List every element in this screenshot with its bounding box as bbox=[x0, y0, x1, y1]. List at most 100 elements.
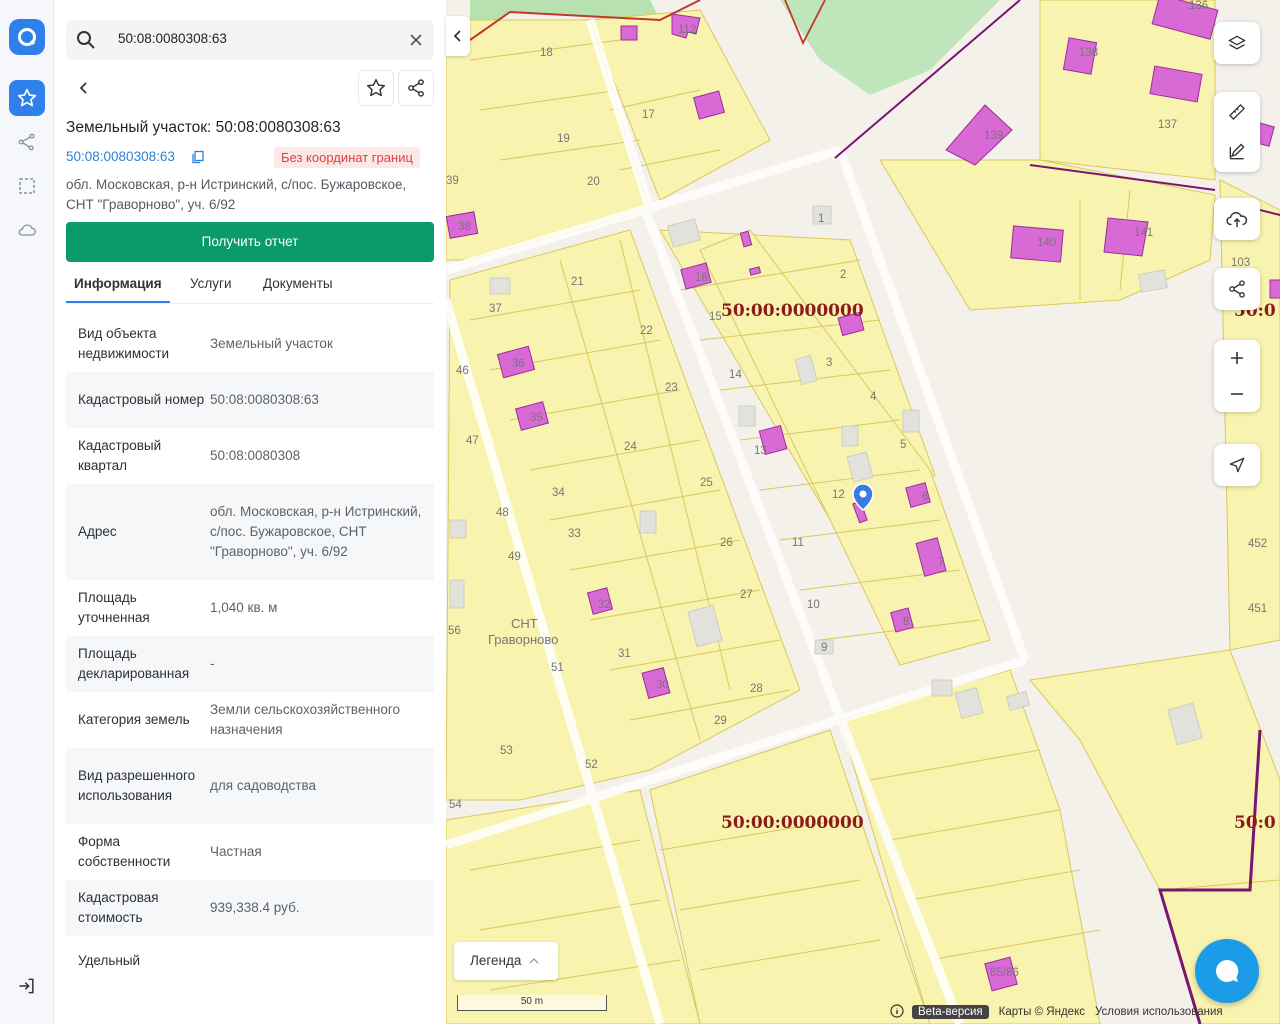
table-row: Кадастровый номер 50:08:0080308:63 bbox=[66, 372, 434, 428]
parcel-number: 4 bbox=[870, 391, 877, 403]
chevron-left-icon bbox=[453, 30, 461, 42]
map-canvas[interactable]: 18 19 20 17 1 2 3 4 5 6 7 8 9 10 11 12 1… bbox=[446, 0, 1280, 1024]
parcel-number: 136 bbox=[1189, 0, 1208, 12]
table-row: Вид разрешенного использования для садово… bbox=[66, 748, 434, 824]
route-icon[interactable] bbox=[9, 124, 45, 160]
cadastral-map[interactable]: 18 19 20 17 1 2 3 4 5 6 7 8 9 10 11 12 1… bbox=[446, 0, 1280, 1024]
tab-bar: Информация Услуги Документы bbox=[66, 266, 434, 304]
app-logo-icon[interactable] bbox=[9, 19, 45, 55]
map-footer: Beta-версия Карты © Яндекс Условия испол… bbox=[890, 1002, 1223, 1022]
parcel-number: 28 bbox=[750, 683, 763, 695]
parcel-number: 6 bbox=[922, 491, 928, 503]
parcel-number: 140 bbox=[1037, 237, 1056, 249]
row-value: для садоводства bbox=[210, 778, 317, 793]
table-row: Удельный bbox=[66, 936, 434, 986]
cloud-icon[interactable] bbox=[9, 212, 45, 248]
info-table: Вид объекта недвижимости Земельный участо… bbox=[66, 316, 434, 986]
get-report-button[interactable]: Получить отчет bbox=[66, 222, 434, 262]
zoom-out-button[interactable] bbox=[1214, 376, 1260, 412]
address-text: обл. Московская, р-н Истринский, с/пос. … bbox=[66, 177, 407, 212]
layers-control[interactable] bbox=[1214, 22, 1260, 64]
parcel-number: 12 bbox=[832, 489, 845, 501]
edit-icon[interactable] bbox=[1214, 132, 1260, 172]
row-value: Земли сельскохозяйственного назначения bbox=[210, 702, 401, 737]
parcel-number: 7 bbox=[938, 557, 944, 569]
navigation-arrow-icon[interactable] bbox=[1214, 444, 1260, 486]
maps-credit[interactable]: Карты © Яндекс bbox=[999, 1006, 1085, 1018]
area-select-icon[interactable] bbox=[9, 168, 45, 204]
parcel-number: 11 bbox=[792, 537, 804, 549]
search-input[interactable]: 50:08:0080308:63 bbox=[118, 31, 227, 46]
parcel-number: 21 bbox=[571, 276, 584, 288]
parcel-number: 16 bbox=[695, 272, 708, 284]
clear-search-icon[interactable] bbox=[406, 30, 426, 55]
zoom-control bbox=[1214, 340, 1260, 412]
snt-label: СНТ bbox=[511, 616, 538, 631]
parcel-number: 14 bbox=[729, 369, 742, 381]
chevron-left-icon bbox=[79, 82, 87, 94]
parcel-number: 31 bbox=[618, 648, 631, 660]
row-key: Кадастровый номер bbox=[78, 392, 205, 407]
left-rail bbox=[0, 0, 54, 1024]
quarter-label: 50:00:0000000 bbox=[721, 813, 864, 833]
search-icon bbox=[76, 30, 96, 55]
favorites-star-icon[interactable] bbox=[9, 80, 45, 116]
row-key: Адрес bbox=[78, 524, 117, 539]
parcel-number: 10 bbox=[807, 599, 820, 611]
info-icon[interactable] bbox=[890, 1003, 904, 1021]
upload-control[interactable] bbox=[1214, 198, 1260, 240]
parcel-number: 34 bbox=[552, 487, 565, 499]
tab-documents[interactable]: Документы bbox=[263, 276, 333, 291]
parcel-number: 15 bbox=[709, 311, 722, 323]
ruler-icon[interactable] bbox=[1214, 92, 1260, 132]
cadastral-number-link[interactable]: 50:08:0080308:63 bbox=[66, 149, 175, 164]
copy-icon[interactable] bbox=[191, 150, 205, 169]
plus-icon bbox=[1231, 352, 1243, 364]
geolocate-control[interactable] bbox=[1214, 444, 1260, 486]
zoom-in-button[interactable] bbox=[1214, 340, 1260, 376]
parcel-number: 19 bbox=[557, 133, 570, 145]
parcel-number: 25 bbox=[700, 477, 713, 489]
row-key: Площадь декларированная bbox=[78, 646, 190, 681]
parcel-number: 139 bbox=[984, 130, 1003, 142]
collapse-panel-button[interactable] bbox=[446, 16, 470, 56]
parcel-number: 51 bbox=[551, 662, 564, 674]
parcel-number: 48 bbox=[496, 507, 509, 519]
share-map-control[interactable] bbox=[1214, 268, 1260, 310]
scale-label: 50 m bbox=[520, 996, 544, 1007]
table-row: Кадастровый квартал 50:08:0080308 bbox=[66, 428, 434, 484]
chat-button[interactable] bbox=[1195, 939, 1259, 1003]
tools-control bbox=[1214, 92, 1260, 172]
parcel-number: 17 bbox=[642, 109, 655, 121]
row-value: Земельный участок bbox=[210, 336, 333, 351]
tab-services[interactable]: Услуги bbox=[190, 276, 232, 291]
parcel-number: 29 bbox=[714, 715, 727, 727]
star-icon bbox=[366, 78, 386, 97]
parcel-number: 56 bbox=[448, 625, 461, 637]
legend-button[interactable]: Легенда bbox=[454, 942, 558, 980]
page-title: Земельный участок: 50:08:0080308:63 bbox=[66, 119, 341, 136]
favorite-button[interactable] bbox=[358, 70, 394, 106]
parcel-number: 3 bbox=[826, 357, 832, 369]
parcel-number: 23 bbox=[665, 382, 678, 394]
share-icon bbox=[408, 79, 424, 97]
share-button[interactable] bbox=[398, 70, 434, 106]
scale-bar: 50 m bbox=[457, 995, 607, 1011]
tab-information[interactable]: Информация bbox=[74, 276, 162, 291]
parcel-number: 54 bbox=[449, 799, 462, 811]
minus-icon bbox=[1231, 393, 1243, 395]
back-button[interactable] bbox=[70, 74, 98, 102]
row-value: Частная bbox=[210, 844, 262, 859]
search-box[interactable]: 50:08:0080308:63 bbox=[66, 20, 434, 60]
upload-cloud-icon[interactable] bbox=[1214, 198, 1260, 240]
parcel-number: 52 bbox=[585, 759, 598, 771]
table-row: Кадастровая стоимость 939,338.4 руб. bbox=[66, 880, 434, 936]
parcel-number: 112 bbox=[678, 24, 696, 36]
share-icon[interactable] bbox=[1214, 268, 1260, 310]
parcel-number: 138 bbox=[1079, 47, 1098, 59]
terms-link[interactable]: Условия использования bbox=[1095, 1006, 1223, 1018]
logout-icon[interactable] bbox=[9, 968, 45, 1004]
row-value: 939,338.4 руб. bbox=[210, 900, 300, 915]
parcel-number: 5 bbox=[900, 439, 906, 451]
layers-icon[interactable] bbox=[1214, 22, 1260, 64]
